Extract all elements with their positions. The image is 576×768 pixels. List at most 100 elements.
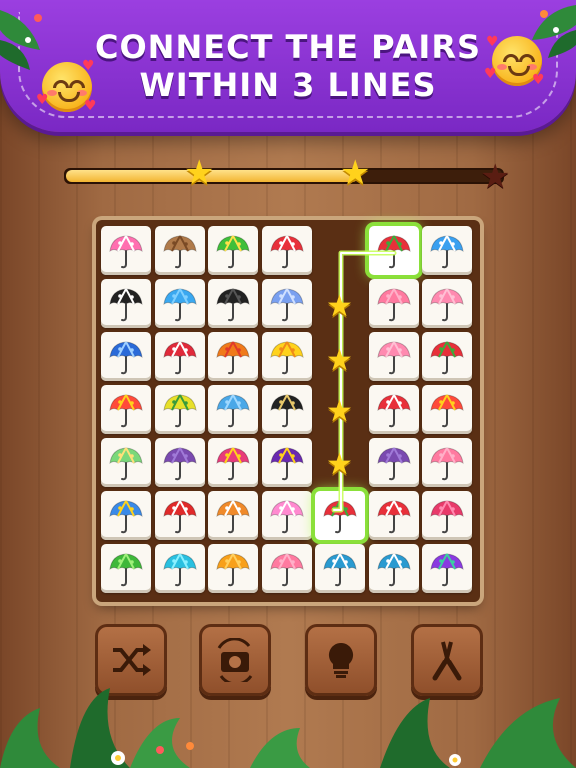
rainbow-umbrella-icon — [430, 393, 464, 427]
tile-rainbow-umbrella[interactable] — [422, 385, 472, 434]
pink-pig-umbrella-icon — [376, 340, 411, 374]
shuffle-icon — [113, 644, 151, 676]
pink-red-umbrella-icon — [430, 499, 464, 533]
shark-umbrella-icon — [323, 552, 357, 586]
rotate-camera-icon — [217, 638, 253, 682]
path-star-icon: ★ — [326, 447, 353, 482]
tile-blue-cat-umbrella[interactable] — [208, 385, 258, 434]
level-progress-bar — [64, 168, 504, 184]
tile-cyan-umbrella[interactable] — [154, 544, 205, 593]
tile-pink-umbrella[interactable] — [368, 279, 419, 328]
tile-red-dotted-umbrella[interactable] — [368, 385, 419, 434]
cyan-umbrella-icon — [162, 552, 197, 586]
tile-rainbow-umbrella[interactable] — [101, 385, 151, 434]
tile-blue-umbrella[interactable] — [154, 279, 205, 328]
yellow-chick-umbrella-icon — [269, 340, 304, 374]
frog-umbrella-icon — [109, 552, 143, 586]
tile-purple-umbrella[interactable] — [154, 438, 205, 487]
purple-dotted-umbrella-icon — [269, 446, 304, 480]
tile-mouse-umbrella[interactable] — [261, 279, 312, 328]
tile-blue-yellow-umbrella[interactable] — [101, 491, 151, 540]
bear-umbrella-icon — [162, 234, 197, 268]
tile-watermelon-umbrella[interactable] — [315, 491, 365, 540]
strawberry-umbrella-icon — [162, 340, 197, 374]
tile-pink-pig-umbrella[interactable] — [368, 332, 419, 381]
pink-umbrella-icon — [269, 552, 304, 586]
tile-pink-umbrella[interactable] — [422, 438, 472, 487]
green-frog-umbrella-icon — [216, 234, 250, 268]
red-dotted-umbrella-icon — [269, 234, 304, 268]
rainbow-striped-umbrella-icon — [430, 552, 464, 586]
green-striped-umbrella-icon — [109, 446, 143, 480]
tile-green-striped-umbrella[interactable] — [101, 438, 151, 487]
tile-pink-pig-umbrella[interactable] — [422, 279, 472, 328]
red-dotted-umbrella-icon — [376, 393, 411, 427]
leaves-decoration-icon — [532, 5, 576, 58]
tile-frog-umbrella[interactable] — [101, 544, 151, 593]
tile-orange-umbrella[interactable] — [208, 544, 258, 593]
purple-umbrella-icon — [376, 446, 411, 480]
lightbulb-icon — [328, 642, 354, 678]
pink-umbrella-icon — [430, 446, 464, 480]
black-umbrella-icon — [216, 287, 250, 321]
tile-red-dotted-umbrella[interactable] — [368, 491, 419, 540]
tile-green-frog-umbrella[interactable] — [208, 226, 258, 275]
tile-black-umbrella[interactable] — [208, 279, 258, 328]
tile-pink-dotted-umbrella[interactable] — [101, 226, 151, 275]
tile-watermelon-umbrella[interactable] — [368, 226, 419, 275]
black-gold-striped-umbrella-icon — [269, 393, 304, 427]
red-white-umbrella-icon — [162, 499, 197, 533]
tile-red-dotted-umbrella[interactable] — [261, 226, 312, 275]
black-white-striped-umbrella-icon — [109, 287, 143, 321]
tile-purple-umbrella[interactable] — [368, 438, 419, 487]
orange-striped-umbrella-icon — [216, 340, 250, 374]
lemon-umbrella-icon — [162, 393, 197, 427]
plants-decoration — [0, 688, 576, 768]
fox-umbrella-icon — [216, 499, 250, 533]
tile-orange-striped-umbrella[interactable] — [208, 332, 258, 381]
tile-bear-umbrella[interactable] — [154, 226, 205, 275]
tile-shark-umbrella[interactable] — [315, 544, 365, 593]
watermelon-umbrella-icon — [323, 499, 357, 533]
tile-shark-umbrella[interactable] — [368, 544, 419, 593]
pink-pig-umbrella-icon — [430, 287, 464, 321]
tile-black-white-striped-umbrella[interactable] — [101, 279, 151, 328]
rainbow-umbrella-icon — [109, 393, 143, 427]
progress-star-icon: ★ — [184, 153, 215, 193]
tile-pink-umbrella[interactable] — [261, 544, 312, 593]
tile-red-white-umbrella[interactable] — [154, 491, 205, 540]
watermelon-umbrella-icon — [430, 340, 464, 374]
path-star-icon: ★ — [326, 289, 353, 324]
leaves-decoration-icon — [0, 10, 42, 70]
pliers-icon — [432, 641, 462, 681]
blue-cat-umbrella-icon — [216, 393, 250, 427]
tile-rainbow-striped-umbrella[interactable] — [422, 544, 472, 593]
purple-umbrella-icon — [162, 446, 197, 480]
blue-umbrella-icon — [162, 287, 197, 321]
tile-pink-yellow-umbrella[interactable] — [208, 438, 258, 487]
path-star-icon: ★ — [326, 343, 353, 378]
red-dotted-umbrella-icon — [376, 499, 411, 533]
tile-pink-red-umbrella[interactable] — [422, 491, 472, 540]
mouse-umbrella-icon — [269, 287, 304, 321]
tile-yellow-chick-umbrella[interactable] — [261, 332, 312, 381]
tile-black-gold-striped-umbrella[interactable] — [261, 385, 312, 434]
tile-fox-umbrella[interactable] — [208, 491, 258, 540]
pink-yellow-umbrella-icon — [216, 446, 250, 480]
tile-lemon-umbrella[interactable] — [154, 385, 205, 434]
tile-watermelon-umbrella[interactable] — [422, 332, 472, 381]
tile-strawberry-umbrella[interactable] — [154, 332, 205, 381]
blue-striped-umbrella-icon — [109, 340, 143, 374]
tile-pink-bunny-umbrella[interactable] — [261, 491, 312, 540]
game-board — [96, 220, 480, 602]
path-star-icon: ★ — [326, 394, 353, 429]
pink-bunny-umbrella-icon — [269, 499, 304, 533]
tile-purple-dotted-umbrella[interactable] — [261, 438, 312, 487]
progress-star-icon: ★ — [340, 153, 371, 193]
tile-blue-striped-umbrella[interactable] — [101, 332, 151, 381]
progress-star-icon: ★ — [480, 157, 511, 197]
blue-cloud-umbrella-icon — [430, 234, 464, 268]
tile-blue-cloud-umbrella[interactable] — [422, 226, 472, 275]
orange-umbrella-icon — [216, 552, 250, 586]
watermelon-umbrella-icon — [376, 234, 411, 268]
